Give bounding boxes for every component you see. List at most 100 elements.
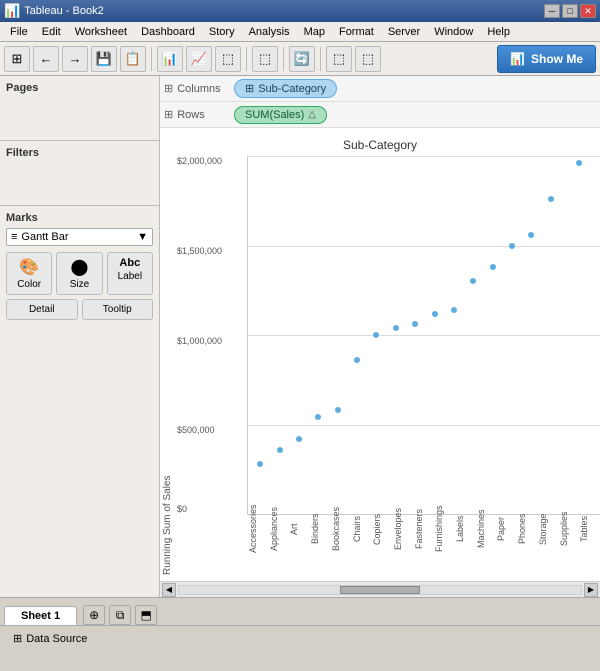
show-me-button[interactable]: 📊 Show Me	[497, 45, 596, 73]
marks-row2: Detail Tooltip	[6, 299, 153, 320]
dot-12	[490, 264, 496, 270]
menu-edit[interactable]: Edit	[36, 25, 67, 39]
tooltip-label: Tooltip	[103, 304, 132, 315]
menu-window[interactable]: Window	[428, 25, 479, 39]
y-tick-label-15m: $1,500,000	[177, 246, 222, 256]
menu-format[interactable]: Format	[333, 25, 380, 39]
x-label-5: Chairs	[352, 484, 373, 574]
dot-2	[296, 436, 302, 442]
scroll-right-button[interactable]: ▶	[584, 583, 598, 597]
dot-1	[277, 447, 283, 453]
columns-shelf: ⊞ Columns ⊞ Sub-Category	[160, 76, 600, 102]
chart-container: Sub-Category Running Sum of Sales $2,000…	[160, 128, 600, 581]
toolbar: ⊞ ← → 💾 📋 📊 📈 ⬚ ⬚ 🔄 ⬚ ⬚ 📊 Show Me	[0, 42, 600, 76]
rows-label: ⊞ Rows	[164, 108, 234, 121]
dot-0	[257, 461, 263, 467]
x-label-0: Accessories	[248, 484, 269, 574]
scroll-left-button[interactable]: ◀	[162, 583, 176, 597]
new-sheet-button[interactable]: ⊕	[83, 605, 105, 625]
data-source-label: Data Source	[26, 633, 87, 645]
dot-3	[315, 414, 321, 420]
x-label-10: Labels	[455, 484, 476, 574]
toolbar-save[interactable]: 💾	[91, 46, 117, 72]
x-label-1: Appliances	[269, 484, 290, 574]
toolbar-chart2[interactable]: 📈	[186, 46, 212, 72]
status-bar: ⊞ Data Source	[0, 625, 600, 651]
x-label-9: Furnishings	[434, 484, 455, 574]
menu-dashboard[interactable]: Dashboard	[135, 25, 201, 39]
gridline-50	[248, 335, 600, 336]
menu-story[interactable]: Story	[203, 25, 241, 39]
move-sheet-button[interactable]: ⬒	[135, 605, 157, 625]
sum-sales-pill[interactable]: SUM(Sales) △	[234, 106, 327, 124]
x-label-8: Fasteners	[414, 484, 435, 574]
toolbar-format1[interactable]: ⬚	[326, 46, 352, 72]
sub-category-pill[interactable]: ⊞ Sub-Category	[234, 79, 337, 98]
y-tick-label-0: $0	[177, 504, 187, 514]
x-label-3: Binders	[310, 484, 331, 574]
delta-icon: △	[308, 109, 316, 120]
tabs-bar: Sheet 1 ⊕ ⧉ ⬒	[0, 597, 600, 625]
toolbar-back[interactable]: ←	[33, 46, 59, 72]
label-label: Label	[118, 271, 142, 282]
toolbar-format2[interactable]: ⬚	[355, 46, 381, 72]
maximize-button[interactable]: □	[562, 4, 578, 18]
filters-title: Filters	[6, 147, 153, 159]
columns-grid-icon: ⊞	[164, 82, 173, 95]
x-label-11: Machines	[476, 484, 497, 574]
toolbar-btn1[interactable]: ⬚	[252, 46, 278, 72]
x-label-4: Bookcases	[331, 484, 352, 574]
toolbar-sep3	[283, 47, 284, 71]
toolbar-chart3[interactable]: ⬚	[215, 46, 241, 72]
menu-help[interactable]: Help	[481, 25, 516, 39]
close-button[interactable]: ✕	[580, 4, 596, 18]
marks-type-icon: ≡	[11, 231, 17, 243]
rows-shelf: ⊞ Rows SUM(Sales) △	[160, 102, 600, 128]
toolbar-duplicate[interactable]: 📋	[120, 46, 146, 72]
x-label-12: Paper	[496, 484, 517, 574]
chart-plot: AccessoriesAppliancesArtBindersBookcases…	[247, 156, 600, 515]
dot-5	[354, 357, 360, 363]
title-bar-controls[interactable]: ─ □ ✕	[544, 4, 596, 18]
show-me-chart-icon: 📊	[510, 52, 525, 66]
chart-inner: Running Sum of Sales $2,000,000 $1,500,0…	[160, 156, 600, 575]
menu-map[interactable]: Map	[298, 25, 331, 39]
pages-section: Pages	[0, 76, 159, 141]
toolbar-sep2	[246, 47, 247, 71]
toolbar-new[interactable]: ⊞	[4, 46, 30, 72]
size-button[interactable]: ⬤ Size	[56, 252, 102, 295]
scroll-track[interactable]	[178, 585, 582, 595]
dropdown-arrow-icon: ▼	[137, 231, 148, 243]
toolbar-sep4	[320, 47, 321, 71]
y-tick-label-1m: $1,000,000	[177, 336, 222, 346]
marks-type-dropdown[interactable]: ≡ Gantt Bar ▼	[6, 228, 153, 246]
title-bar: 📊 Tableau - Book2 ─ □ ✕	[0, 0, 600, 22]
x-label-15: Supplies	[559, 484, 580, 574]
tooltip-button[interactable]: Tooltip	[82, 299, 154, 320]
color-icon: 🎨	[19, 257, 39, 277]
minimize-button[interactable]: ─	[544, 4, 560, 18]
scroll-thumb[interactable]	[340, 586, 420, 594]
toolbar-refresh[interactable]: 🔄	[289, 46, 315, 72]
sheet1-tab[interactable]: Sheet 1	[4, 606, 77, 625]
toolbar-chart1[interactable]: 📊	[157, 46, 183, 72]
menu-server[interactable]: Server	[382, 25, 426, 39]
menu-worksheet[interactable]: Worksheet	[69, 25, 133, 39]
label-text-icon: Abc	[119, 257, 140, 269]
toolbar-forward[interactable]: →	[62, 46, 88, 72]
gridline-25	[248, 246, 600, 247]
filters-section: Filters	[0, 141, 159, 206]
dot-10	[451, 307, 457, 313]
color-button[interactable]: 🎨 Color	[6, 252, 52, 295]
gridline-top	[248, 156, 600, 157]
duplicate-sheet-button[interactable]: ⧉	[109, 605, 131, 625]
label-button[interactable]: Abc Label	[107, 252, 153, 295]
dot-9	[432, 311, 438, 317]
detail-button[interactable]: Detail	[6, 299, 78, 320]
scrollbar[interactable]: ◀ ▶	[160, 581, 600, 597]
menu-file[interactable]: File	[4, 25, 34, 39]
menu-analysis[interactable]: Analysis	[243, 25, 296, 39]
dot-16	[576, 160, 582, 166]
main-layout: Pages Filters Marks ≡ Gantt Bar ▼ 🎨 Colo…	[0, 76, 600, 597]
data-source-button[interactable]: ⊞ Data Source	[6, 629, 94, 648]
